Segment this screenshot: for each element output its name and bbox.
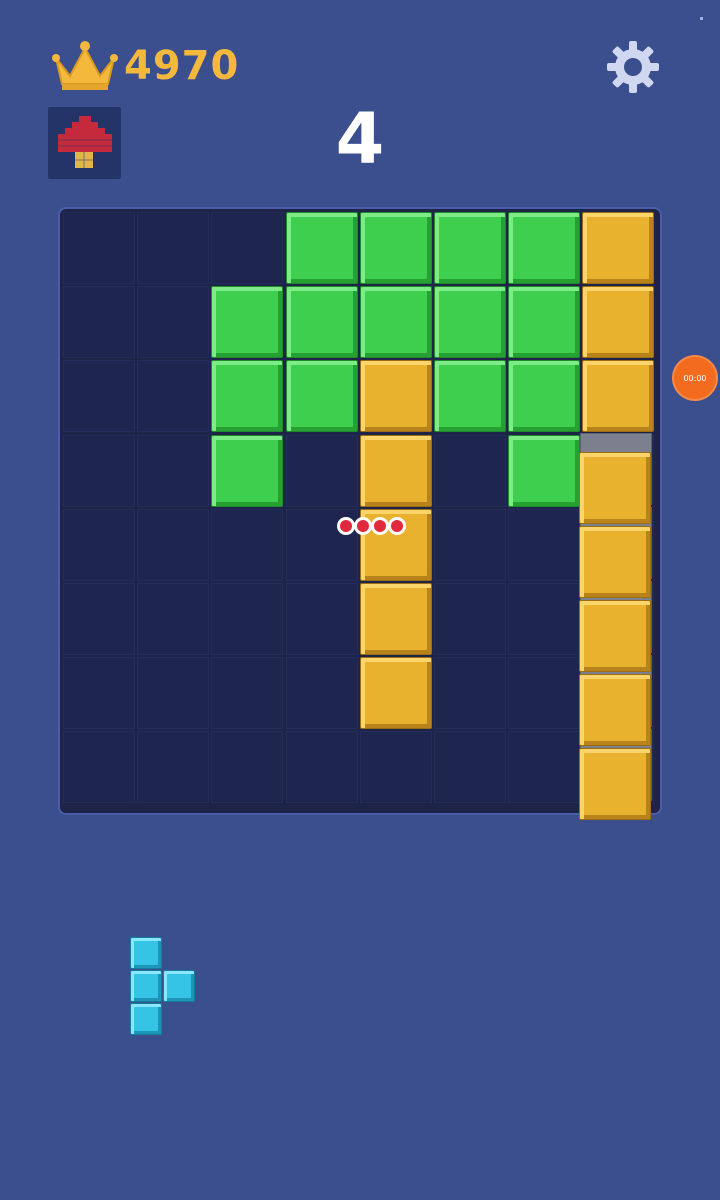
board-cell[interactable] [285,434,358,507]
board-cell[interactable] [63,286,135,359]
board-cell[interactable] [211,657,284,730]
board-cell[interactable] [434,583,506,655]
game-board[interactable] [58,207,662,815]
green-block [211,286,284,359]
tray-block[interactable] [130,1003,162,1035]
green-block [359,212,432,284]
gold-block [582,286,655,359]
board-cell[interactable] [211,508,284,581]
board-cell[interactable] [285,583,358,655]
green-block [211,434,284,507]
board-cell[interactable] [137,731,210,804]
best-score-value: 4970 [124,43,240,89]
board-cell[interactable] [137,657,210,730]
combo-dot [354,517,372,535]
board-cell[interactable] [137,583,210,655]
timer-button[interactable]: 00:00 [674,357,716,399]
gold-block [582,360,655,433]
board-cell[interactable] [137,286,210,359]
board-cell[interactable] [63,434,135,507]
green-block [359,286,432,359]
board-cell[interactable] [508,657,581,730]
board-cell[interactable] [63,657,135,730]
board-cell[interactable] [211,731,284,804]
dragged-gold-block[interactable] [579,526,651,598]
combo-dot [371,517,389,535]
green-block [211,360,284,433]
tray-block[interactable] [163,970,195,1002]
current-score: 4 [335,98,385,180]
board-cell[interactable] [434,508,506,581]
green-block [285,286,358,359]
board-cell[interactable] [63,731,135,804]
dragged-gold-block[interactable] [579,452,651,524]
gold-block [359,360,432,433]
board-cell[interactable] [137,212,210,284]
gear-icon[interactable] [604,38,662,96]
dragged-gold-block[interactable] [579,748,651,820]
gold-block [359,434,432,507]
green-block [285,360,358,433]
board-cell[interactable] [508,731,581,804]
tray-block[interactable] [130,937,162,969]
green-block [508,286,581,359]
combo-dot [388,517,406,535]
green-block [508,360,581,433]
board-cell[interactable] [137,360,210,433]
board-cell[interactable] [137,434,210,507]
board-cell[interactable] [63,508,135,581]
board-cell[interactable] [63,583,135,655]
dragged-gold-block[interactable] [579,674,651,746]
board-cell[interactable] [211,212,284,284]
board-cell[interactable] [434,731,506,804]
board-cell[interactable] [359,731,432,804]
board-cell[interactable] [508,508,581,581]
board-cell[interactable] [285,731,358,804]
green-block [508,212,581,284]
board-cell[interactable] [137,508,210,581]
gold-block [582,212,655,284]
board-cell[interactable] [508,583,581,655]
board-cell[interactable] [285,657,358,730]
dragged-gold-block[interactable] [579,600,651,672]
green-block [434,212,506,284]
board-cell[interactable] [63,360,135,433]
tray-block[interactable] [130,970,162,1002]
gold-block [359,583,432,655]
combo-dot [337,517,355,535]
status-dot [700,17,703,20]
board-cell[interactable] [434,657,506,730]
board-cell[interactable] [434,434,506,507]
crown-icon [52,41,118,90]
board-cell[interactable] [63,212,135,284]
green-block [434,286,506,359]
gold-block [359,657,432,730]
best-score-display: 4970 [52,38,239,94]
green-block [285,212,358,284]
timer-label: 00:00 [683,373,707,383]
green-block [434,360,506,433]
green-block [508,434,581,507]
board-cell[interactable] [211,583,284,655]
